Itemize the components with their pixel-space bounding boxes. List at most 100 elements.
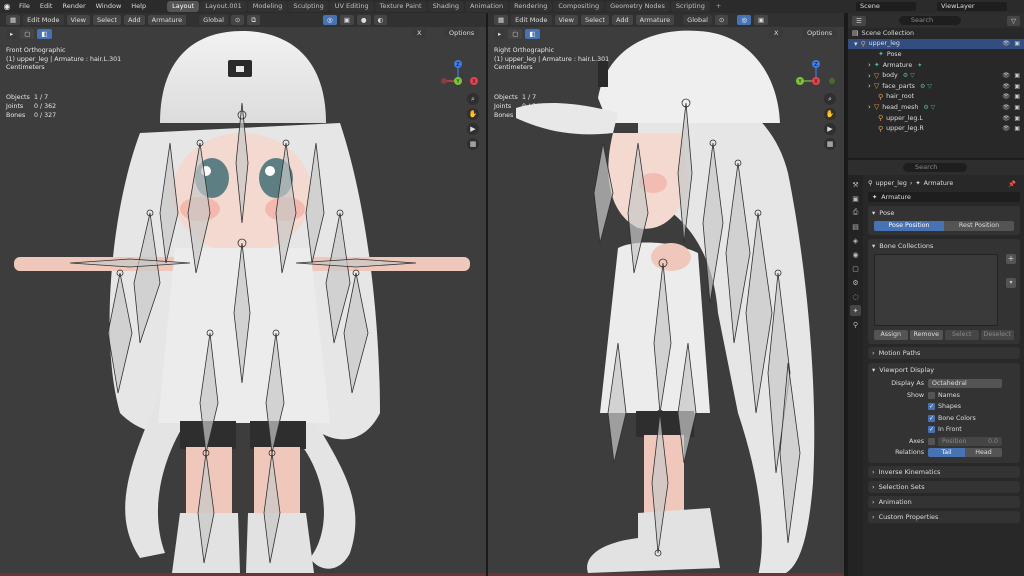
render-camera-icon[interactable]: ▣	[1014, 93, 1020, 100]
visibility-eye-icon[interactable]: 👁	[1002, 72, 1010, 79]
editor-type-button[interactable]: ▦	[6, 15, 21, 25]
pose-panel-header[interactable]: ▾ Pose	[868, 206, 1020, 219]
axes-checkbox[interactable]: ✓	[928, 437, 935, 445]
render-camera-icon[interactable]: ▣	[1014, 40, 1020, 47]
select-mode-icon-right[interactable]: ▢	[508, 29, 523, 39]
tab-sculpting[interactable]: Sculpting	[288, 1, 329, 12]
camera-icon[interactable]: ▶	[467, 123, 479, 135]
pose-position-button[interactable]: Pose Position	[874, 221, 944, 231]
shading-solid-icon[interactable]: ●	[356, 15, 371, 25]
visibility-eye-icon[interactable]: 👁	[1002, 115, 1010, 122]
tab-modeling[interactable]: Modeling	[247, 1, 288, 12]
select-set-icon[interactable]: ◧	[37, 29, 52, 39]
outliner-item-face-parts[interactable]: › ▽ face_parts ⚙ ▽ 👁 ▣	[848, 81, 1024, 92]
collection-menu-chevron-icon[interactable]: ▾	[1006, 278, 1016, 288]
xray-icon-right[interactable]: ▣	[754, 15, 769, 25]
armature-name-field[interactable]: ✦ Armature	[868, 192, 1020, 202]
outliner-item-head-mesh[interactable]: › ▽ head_mesh ⚙ ▽ 👁 ▣	[848, 102, 1024, 113]
object-tab-icon[interactable]: ▢	[850, 263, 861, 274]
visibility-eye-icon[interactable]: 👁	[1002, 40, 1010, 47]
render-camera-icon[interactable]: ▣	[1014, 104, 1020, 111]
render-camera-icon[interactable]: ▣	[1014, 125, 1020, 132]
outliner-item-upper-leg[interactable]: ▾ ⚲ upper_leg 👁 ▣	[848, 38, 1024, 50]
blender-logo-icon[interactable]: ◉	[0, 0, 14, 13]
pan-hand-icon[interactable]: ✋	[467, 108, 479, 120]
axes-position-slider[interactable]: Position 0.0	[938, 436, 1002, 446]
outliner-item-upper-leg-l[interactable]: ⚲ upper_leg.L 👁 ▣	[848, 113, 1024, 124]
x-mirror-toggle-right[interactable]: X	[769, 28, 784, 38]
xray-icon[interactable]: ▣	[339, 15, 354, 25]
modifier-tab-icon[interactable]: ⚙	[850, 277, 861, 288]
render-camera-icon[interactable]: ▣	[1014, 72, 1020, 79]
bone-collections-list[interactable]	[874, 254, 998, 326]
menu-help[interactable]: Help	[126, 0, 151, 13]
armature-menu[interactable]: Armature	[147, 15, 187, 25]
snap-icon[interactable]: ⧉	[247, 15, 261, 25]
orientation-dropdown[interactable]: Global	[199, 15, 228, 25]
render-camera-icon[interactable]: ▣	[1014, 83, 1020, 90]
world-tab-icon[interactable]: ◉	[850, 249, 861, 260]
grid-icon-right[interactable]: ▦	[824, 138, 836, 150]
add-workspace-button[interactable]: +	[711, 1, 726, 12]
overlay-icon-right[interactable]: ◎	[737, 15, 752, 25]
zoom-icon[interactable]: ⌕	[467, 93, 479, 105]
armature-data-tab-icon[interactable]: ✦	[850, 305, 861, 316]
grid-icon[interactable]: ▦	[467, 138, 479, 150]
overlay-icon[interactable]: ◎	[323, 15, 337, 25]
orientation-dropdown-right[interactable]: Global	[683, 15, 712, 25]
filter-icon[interactable]: ▽	[1007, 15, 1020, 26]
tab-layout-001[interactable]: Layout.001	[200, 1, 247, 12]
bone-collections-header[interactable]: ▾ Bone Collections	[868, 239, 1020, 252]
select-button[interactable]: Select	[945, 330, 979, 340]
physics-tab-icon[interactable]: ◌	[850, 291, 861, 302]
armature-menu-right[interactable]: Armature	[635, 15, 675, 25]
view-layer-tab-icon[interactable]: ▤	[850, 221, 861, 232]
expand-arrow-icon[interactable]: ›	[868, 72, 871, 80]
x-mirror-toggle[interactable]: X	[412, 28, 427, 38]
inverse-kinematics-panel[interactable]: › Inverse Kinematics	[868, 465, 1020, 478]
scene-field[interactable]: Scene	[856, 2, 916, 11]
outliner-item-armature[interactable]: › ✦ Armature ✦	[848, 60, 1024, 71]
options-dropdown[interactable]: Options	[444, 28, 480, 38]
outliner-editor-icon[interactable]: ☰	[852, 15, 866, 26]
expand-arrow-icon[interactable]: ›	[868, 82, 871, 90]
add-menu[interactable]: Add	[124, 15, 145, 25]
shapes-checkbox[interactable]: ✓	[928, 403, 935, 411]
tab-rendering[interactable]: Rendering	[509, 1, 553, 12]
viewport-right[interactable]: ▦ Edit Mode View Select Add Armature Glo…	[488, 13, 844, 576]
render-tab-icon[interactable]: ▣	[850, 193, 861, 204]
select-set-icon-right[interactable]: ◧	[525, 29, 540, 39]
properties-search-input[interactable]: Search	[903, 163, 967, 172]
bone-colors-checkbox[interactable]: ✓	[928, 414, 935, 422]
tool-tab-icon[interactable]: ⚒	[850, 179, 861, 190]
visibility-eye-icon[interactable]: 👁	[1002, 93, 1010, 100]
scene-tab-icon[interactable]: ◈	[850, 235, 861, 246]
in-front-checkbox[interactable]: ✓	[928, 426, 935, 434]
shading-material-icon[interactable]: ◐	[373, 15, 388, 25]
visibility-eye-icon[interactable]: 👁	[1002, 125, 1010, 132]
pan-hand-icon-right[interactable]: ✋	[824, 108, 836, 120]
tab-texture-paint[interactable]: Texture Paint	[374, 1, 427, 12]
output-tab-icon[interactable]: ⎙	[850, 207, 861, 218]
outliner-item-pose[interactable]: ✦ Pose	[848, 49, 1024, 60]
visibility-eye-icon[interactable]: 👁	[1002, 104, 1010, 111]
view-layer-field[interactable]: ViewLayer	[937, 2, 1007, 11]
mode-dropdown[interactable]: Edit Mode	[23, 15, 64, 25]
add-collection-button[interactable]: +	[1006, 254, 1016, 264]
outliner-item-hair-root[interactable]: ⚲ hair_root 👁 ▣	[848, 92, 1024, 103]
expand-arrow-icon[interactable]: ▾	[854, 40, 858, 48]
mode-dropdown-right[interactable]: Edit Mode	[511, 15, 552, 25]
expand-arrow-icon[interactable]: ›	[868, 103, 871, 111]
animation-panel[interactable]: › Animation	[868, 495, 1020, 508]
menu-edit[interactable]: Edit	[35, 0, 58, 13]
camera-icon-right[interactable]: ▶	[824, 123, 836, 135]
gizmo-neg-y-icon-right[interactable]	[829, 78, 835, 84]
view-menu-right[interactable]: View	[554, 15, 578, 25]
outliner-item-upper-leg-r[interactable]: ⚲ upper_leg.R 👁 ▣	[848, 123, 1024, 134]
rest-position-button[interactable]: Rest Position	[944, 221, 1014, 231]
expand-arrow-icon[interactable]: ›	[868, 61, 871, 69]
head-button[interactable]: Head	[965, 448, 1002, 458]
zoom-icon-right[interactable]: ⌕	[824, 93, 836, 105]
pin-icon[interactable]: 📌	[1008, 180, 1016, 188]
tab-shading[interactable]: Shading	[427, 1, 464, 12]
